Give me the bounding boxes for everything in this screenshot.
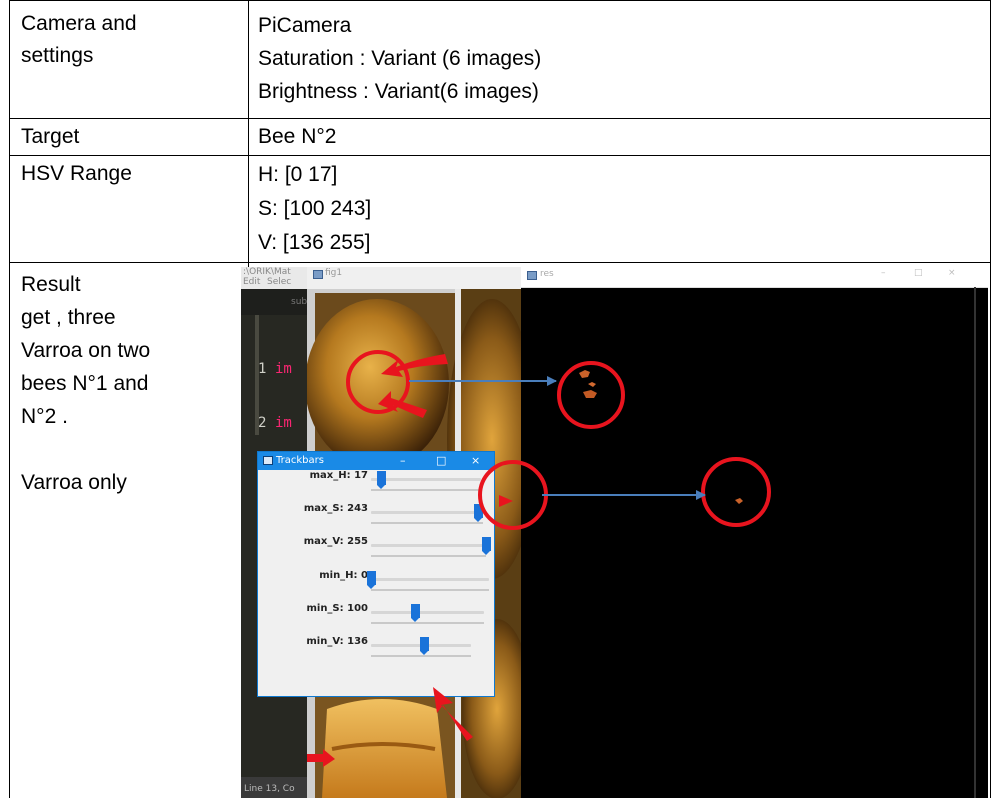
varroa-circle-res1 (557, 361, 625, 429)
row-value-hsv: H: [0 17] S: [100 243] V: [136 255] (258, 158, 371, 260)
varroa-circle-res2 (701, 457, 771, 527)
value-line: Brightness : Variant(6 images) (258, 80, 539, 103)
red-arrow-bottom-left (307, 749, 335, 767)
value-line: PiCamera (258, 14, 352, 37)
row-value-camera: PiCamera Saturation : Variant (6 images)… (258, 9, 541, 108)
document-page: Camera and settings PiCamera Saturation … (0, 0, 992, 798)
label-line: Varroa only (21, 471, 127, 494)
label-line: Varroa on two (21, 339, 151, 362)
table-row-divider (9, 118, 991, 119)
label-line: get , three (21, 306, 116, 329)
blue-arrows (409, 376, 706, 500)
label-line: settings (21, 44, 94, 67)
value-line: S: [100 243] (258, 197, 372, 220)
value-line: H: [0 17] (258, 163, 338, 186)
row-label-hsv: HSV Range (21, 162, 132, 185)
row-label-target: Target (21, 125, 80, 148)
value-line: Saturation : Variant (6 images) (258, 47, 542, 70)
varroa-circle-bee2 (478, 460, 548, 530)
red-arrow-upper (381, 354, 448, 377)
red-arrow-lower (378, 391, 427, 418)
table-border-left (9, 0, 10, 798)
table-row-divider (9, 262, 991, 263)
label-line: N°2 . (21, 405, 68, 428)
label-line (21, 433, 150, 466)
table-border-right (990, 0, 991, 798)
red-arrow-bottom-right (433, 687, 473, 741)
result-screenshot: :\ORIK\Mat Edit Selec sub 1 2 3 4 5 6 im… (241, 267, 988, 798)
label-line: Result (21, 273, 81, 296)
value-line: V: [136 255] (258, 231, 371, 254)
row-value-target: Bee N°2 (258, 125, 337, 148)
red-arrow-tip (499, 495, 513, 507)
red-annotations (307, 350, 771, 767)
row-label-result: Result get , three Varroa on two bees N°… (21, 268, 150, 499)
row-label-camera: Camera and settings (21, 8, 137, 72)
annotation-overlay (307, 350, 771, 767)
table-row-divider (9, 155, 991, 156)
table-border-top (9, 0, 991, 1)
label-line: Camera and (21, 12, 137, 35)
label-line: bees N°1 and (21, 372, 149, 395)
